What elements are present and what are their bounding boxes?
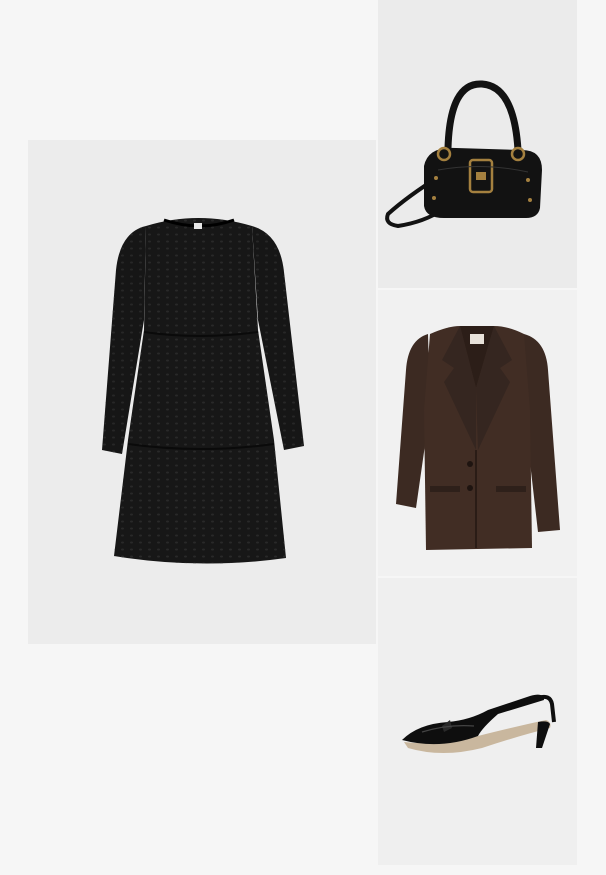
black-patent-slingback-pumps-image: [402, 694, 556, 753]
black-leather-buckle-handbag-image: [385, 80, 542, 229]
product-tile-shoes[interactable]: [378, 578, 577, 865]
black-eyelet-tiered-dress-image: [102, 218, 304, 564]
product-tile-dress[interactable]: [28, 140, 376, 644]
product-tile-blazer[interactable]: [378, 290, 577, 576]
product-tile-bag[interactable]: [378, 0, 577, 288]
dark-brown-oversized-blazer-image: [396, 326, 560, 550]
